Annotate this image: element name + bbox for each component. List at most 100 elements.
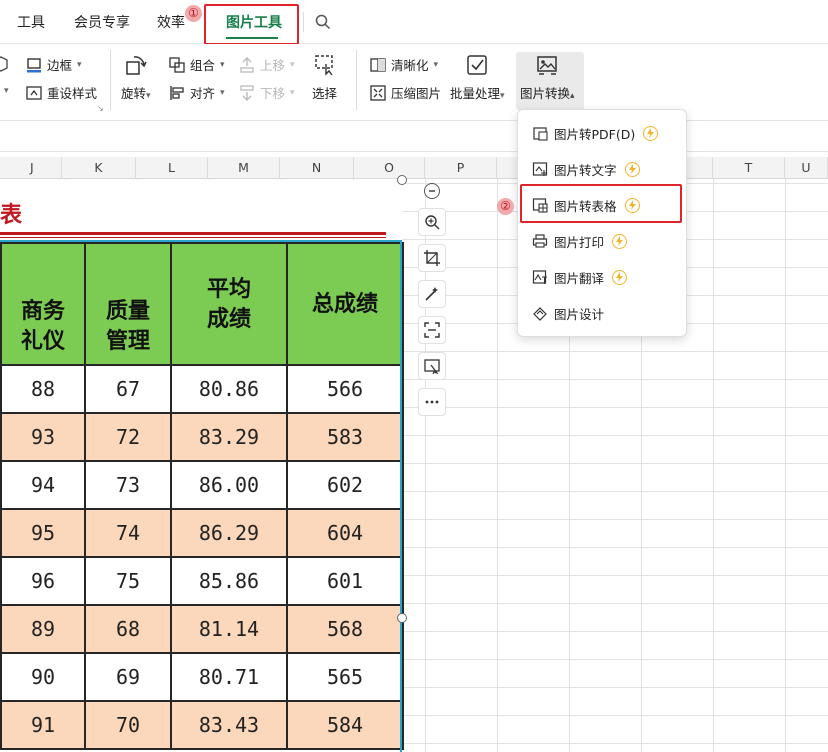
more-button[interactable] xyxy=(418,388,446,416)
step1-highlight-box xyxy=(204,4,299,45)
table-cell: 88 xyxy=(0,364,86,414)
table-cell: 83.29 xyxy=(170,412,288,462)
dialog-launcher-icon[interactable]: ↘ xyxy=(97,104,104,113)
table-cell: 94 xyxy=(0,460,86,510)
tab-member[interactable]: 会员专享 xyxy=(74,12,130,32)
title-rule xyxy=(0,237,386,238)
rotate-button[interactable]: 旋转▾ xyxy=(121,53,151,102)
ocr-button[interactable] xyxy=(418,352,446,380)
chevron-down-icon: ▾ xyxy=(220,59,225,70)
premium-bolt-icon xyxy=(612,233,628,249)
compress-label: 压缩图片 xyxy=(391,86,442,101)
reset-style-icon xyxy=(26,85,42,100)
table-cell: 565 xyxy=(286,652,404,702)
batch-process-button[interactable]: 批量处理▾ xyxy=(450,53,505,102)
table-cell: 90 xyxy=(0,652,86,702)
group-icon xyxy=(169,56,185,73)
chevron-down-icon: ▾ xyxy=(146,91,151,101)
menu-item-to-pdf[interactable]: 图片转PDF(D) xyxy=(518,118,688,148)
crop-icon xyxy=(424,250,440,266)
align-button[interactable]: 对齐 ▾ xyxy=(168,83,225,102)
step1-marker: ① xyxy=(185,5,202,22)
collapse-toolbar-button[interactable] xyxy=(424,183,440,199)
premium-bolt-icon xyxy=(624,161,640,177)
column-header-k[interactable]: K xyxy=(62,157,136,179)
move-down-button[interactable]: 下移 ▾ xyxy=(238,83,295,102)
table-cell: 69 xyxy=(84,652,172,702)
table-cell: 67 xyxy=(84,364,172,414)
border-button[interactable]: 边框 ▾ xyxy=(25,55,82,74)
rotate-label: 旋转 xyxy=(121,86,147,101)
column-header-t[interactable]: T xyxy=(713,157,785,179)
zoom-in-button[interactable] xyxy=(418,208,446,236)
scan-button[interactable] xyxy=(418,316,446,344)
menu-item-label: 图片转文字 xyxy=(554,162,617,178)
header-text-line: 平均 xyxy=(206,276,251,302)
align-icon xyxy=(170,85,184,100)
border-icon xyxy=(27,57,41,72)
column-header-m[interactable]: M xyxy=(208,157,280,179)
chevron-down-icon: ▾ xyxy=(433,59,439,70)
column-header-u[interactable]: U xyxy=(785,157,828,179)
clarify-icon xyxy=(370,57,386,72)
header-text-line: 质量 xyxy=(105,298,150,324)
resize-handle-top[interactable] xyxy=(397,175,407,185)
table-header-cell: 总成绩 xyxy=(286,242,404,366)
table-cell: 83.43 xyxy=(170,700,288,750)
table-cell: 72 xyxy=(84,412,172,462)
design-icon xyxy=(533,307,547,321)
search-icon[interactable] xyxy=(314,13,332,31)
table-cell: 86.00 xyxy=(170,460,288,510)
picture-title-fragment: 表 xyxy=(0,203,23,228)
select-button[interactable]: 选择 xyxy=(312,53,337,102)
table-cell: 583 xyxy=(286,412,404,462)
column-header-p[interactable]: P xyxy=(425,157,497,179)
table-header-cell: 质量 管理 xyxy=(84,242,172,366)
text-icon xyxy=(532,162,548,176)
tab-tools[interactable]: 工具 xyxy=(17,12,45,32)
tab-efficiency[interactable]: 效率 xyxy=(157,12,185,32)
table-cell: 73 xyxy=(84,460,172,510)
resize-handle-right[interactable] xyxy=(397,613,407,623)
ribbon-divider xyxy=(356,50,357,110)
rotate-icon xyxy=(126,56,147,75)
premium-bolt-icon xyxy=(643,125,659,141)
table-row: 91 70 83.43 584 xyxy=(0,700,404,750)
column-header-j[interactable]: J xyxy=(0,157,62,179)
table-row: 96 75 85.86 601 xyxy=(0,556,404,606)
picture-convert-button[interactable]: 图片转换▴ xyxy=(520,53,575,102)
zoom-in-icon xyxy=(425,215,440,230)
compress-picture-button[interactable]: 压缩图片 xyxy=(369,83,441,102)
column-header-n[interactable]: N xyxy=(280,157,354,179)
magic-edit-button[interactable] xyxy=(418,280,446,308)
menu-item-translate[interactable]: 图片翻译 xyxy=(518,262,688,292)
table-row: 88 67 80.86 566 xyxy=(0,364,404,414)
bring-forward-icon xyxy=(240,56,254,73)
table-cell: 601 xyxy=(286,556,404,606)
table-cell: 584 xyxy=(286,700,404,750)
table-header-row: 商务 礼仪 质量 管理 平均 成绩 总成绩 xyxy=(0,242,404,366)
menu-item-print[interactable]: 图片打印 xyxy=(518,226,688,256)
formula-bar[interactable] xyxy=(0,120,828,152)
translate-icon xyxy=(532,270,547,284)
table-cell: 80.86 xyxy=(170,364,288,414)
picture-tools-ribbon: ▾ 边框 ▾ 重设样式 ↘ 旋转▾ 组合 ▾ 对齐 ▾ 上移 ▾ 下移 ▾ 选择 清晰化 ▾ xyxy=(0,44,828,116)
table-cell: 75 xyxy=(84,556,172,606)
step2-marker: ② xyxy=(497,198,514,215)
column-header-o[interactable]: O xyxy=(354,157,425,179)
menu-item-design[interactable]: 图片设计 xyxy=(518,298,688,328)
menu-item-to-text[interactable]: 图片转文字 xyxy=(518,154,688,184)
column-header-l[interactable]: L xyxy=(136,157,208,179)
table-row: 90 69 80.71 565 xyxy=(0,652,404,702)
ocr-icon xyxy=(424,359,440,375)
align-label: 对齐 xyxy=(190,86,216,101)
crop-button[interactable] xyxy=(418,244,446,272)
table-cell: 604 xyxy=(286,508,404,558)
select-label: 选择 xyxy=(312,86,338,101)
batch-process-icon xyxy=(467,55,488,75)
group-button[interactable]: 组合 ▾ xyxy=(168,55,225,74)
move-up-label: 上移 xyxy=(260,58,286,73)
clarify-button[interactable]: 清晰化 ▾ xyxy=(369,55,438,74)
move-up-button[interactable]: 上移 ▾ xyxy=(238,55,295,74)
reset-style-button[interactable]: 重设样式 xyxy=(25,83,97,102)
